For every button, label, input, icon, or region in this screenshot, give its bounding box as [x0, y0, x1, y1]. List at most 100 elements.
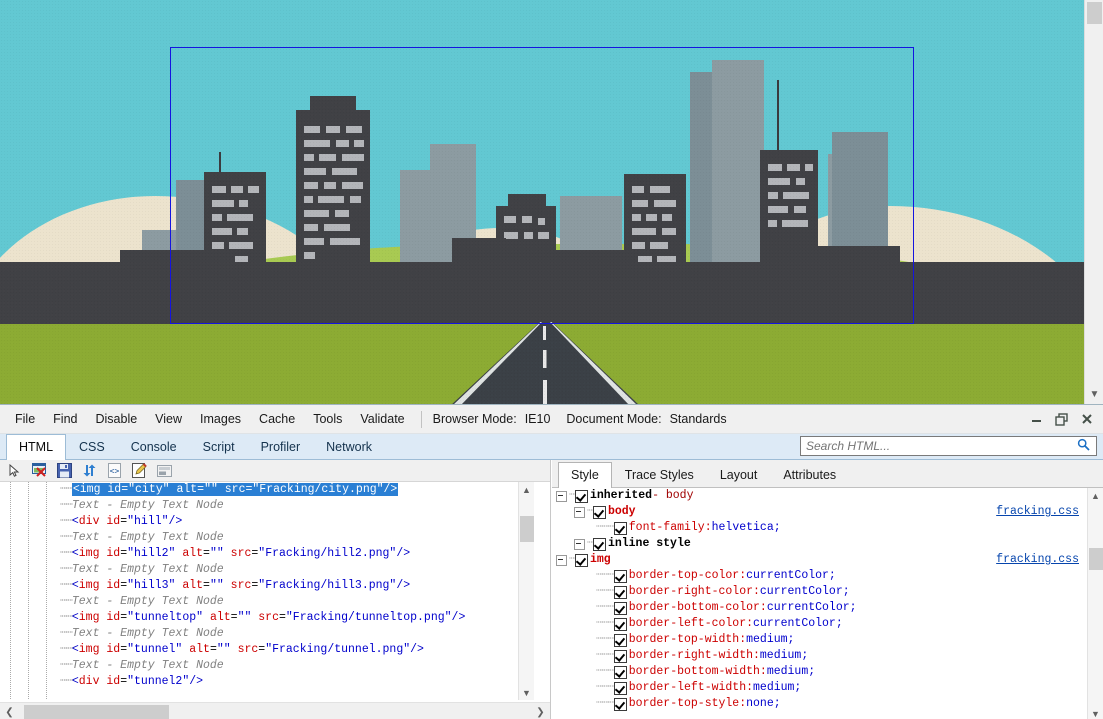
css-property-value[interactable]: medium; [746, 632, 794, 648]
style-enable-checkbox[interactable] [613, 649, 627, 663]
css-property-name[interactable]: font-family: [629, 520, 712, 536]
css-property-value[interactable]: currentColor; [767, 600, 857, 616]
tab-script[interactable]: Script [190, 434, 248, 459]
select-element-icon[interactable] [4, 461, 25, 480]
restore-button[interactable] [1049, 408, 1074, 430]
style-rule-row[interactable]: ┈ img fracking.css [552, 552, 1087, 568]
style-enable-checkbox[interactable] [574, 553, 588, 567]
menu-tools[interactable]: Tools [304, 408, 351, 430]
stylesheet-source-link[interactable]: fracking.css [996, 504, 1079, 520]
style-enable-checkbox[interactable] [613, 617, 627, 631]
style-scroll-thumb[interactable] [1089, 548, 1103, 570]
style-enable-checkbox[interactable] [613, 569, 627, 583]
css-property-name[interactable]: border-right-width: [629, 648, 760, 664]
dom-text-node[interactable]: ┈┈Text - Empty Text Node [0, 562, 534, 578]
css-property-name[interactable]: border-right-color: [629, 584, 760, 600]
css-selector-name[interactable]: img [590, 552, 611, 568]
css-property-value[interactable]: none; [746, 696, 781, 712]
style-scroll-down-icon[interactable]: ▼ [1088, 706, 1103, 719]
style-rules-list[interactable]: ┈ inherited - body ┈ body fracking.css ┈┈┈ fon… [552, 488, 1087, 719]
dom-element-node[interactable]: ┈┈<div id="tunnel2"/> [0, 674, 534, 690]
css-property-value[interactable]: medium; [753, 680, 801, 696]
collapse-expander-icon[interactable] [574, 506, 585, 518]
style-property-row[interactable]: ┈┈┈ border-bottom-width: medium; [552, 664, 1087, 680]
tab-css[interactable]: CSS [66, 434, 118, 459]
menu-cache[interactable]: Cache [250, 408, 304, 430]
css-property-name[interactable]: border-bottom-color: [629, 600, 767, 616]
document-mode-value[interactable]: Standards [666, 408, 731, 430]
menu-images[interactable]: Images [191, 408, 250, 430]
style-enable-checkbox[interactable] [613, 601, 627, 615]
menu-find[interactable]: Find [44, 408, 86, 430]
style-property-row[interactable]: ┈┈┈ border-right-color: currentColor; [552, 584, 1087, 600]
style-enable-checkbox[interactable] [613, 665, 627, 679]
clear-browser-cache-icon[interactable] [29, 461, 50, 480]
css-property-name[interactable]: border-bottom-width: [629, 664, 767, 680]
css-property-value[interactable]: medium; [760, 648, 808, 664]
css-property-name[interactable]: border-top-color: [629, 568, 746, 584]
stylesheet-source-link[interactable]: fracking.css [996, 552, 1079, 568]
dom-text-node[interactable]: ┈┈Text - Empty Text Node [0, 658, 534, 674]
html-tree-vertical-scrollbar[interactable]: ▲ ▼ [518, 482, 534, 700]
dom-element-node[interactable]: ┈┈<img id="hill2" alt="" src="Fracking/h… [0, 546, 534, 562]
tree-scroll-down-icon[interactable]: ▼ [519, 685, 534, 700]
tree-scroll-right-icon[interactable]: ❯ [531, 703, 550, 719]
style-property-row[interactable]: ┈┈┈ border-top-color: currentColor; [552, 568, 1087, 584]
tab-profiler[interactable]: Profiler [248, 434, 314, 459]
html-dom-tree[interactable]: ┈┈<img id="city" alt="" src="Fracking/ci… [0, 482, 534, 700]
tab-console[interactable]: Console [118, 434, 190, 459]
dom-text-node[interactable]: ┈┈Text - Empty Text Node [0, 594, 534, 610]
refresh-icon[interactable] [79, 461, 100, 480]
css-selector-name[interactable]: inline style [608, 536, 691, 552]
css-property-value[interactable]: currentColor; [746, 568, 836, 584]
menu-file[interactable]: File [6, 408, 44, 430]
css-property-value[interactable]: currentColor; [760, 584, 850, 600]
dom-element-node[interactable]: ┈┈<img id="tunneltop" alt="" src="Fracki… [0, 610, 534, 626]
style-rule-row[interactable]: ┈ inherited - body [552, 488, 1087, 504]
style-property-row[interactable]: ┈┈┈ border-bottom-color: currentColor; [552, 600, 1087, 616]
tab-layout[interactable]: Layout [707, 462, 771, 487]
css-property-name[interactable]: border-top-width: [629, 632, 746, 648]
search-input[interactable] [801, 439, 1077, 453]
tab-attributes[interactable]: Attributes [770, 462, 849, 487]
css-property-name[interactable]: border-left-color: [629, 616, 753, 632]
style-enable-checkbox[interactable] [574, 489, 588, 503]
style-property-row[interactable]: ┈┈┈ font-family: helvetica; [552, 520, 1087, 536]
style-property-row[interactable]: ┈┈┈ border-left-color: currentColor; [552, 616, 1087, 632]
menu-view[interactable]: View [146, 408, 191, 430]
tree-scroll-thumb[interactable] [520, 516, 534, 542]
style-enable-checkbox[interactable] [613, 521, 627, 535]
css-selector-name[interactable]: body [608, 504, 636, 520]
style-rule-row[interactable]: ┈ body fracking.css [552, 504, 1087, 520]
magnifier-icon[interactable] [1077, 438, 1096, 454]
tab-network[interactable]: Network [313, 434, 385, 459]
save-icon[interactable] [54, 461, 75, 480]
css-property-value[interactable]: medium; [767, 664, 815, 680]
dom-element-node[interactable]: ┈┈<img id="hill3" alt="" src="Fracking/h… [0, 578, 534, 594]
tab-html[interactable]: HTML [6, 434, 67, 460]
style-enable-checkbox[interactable] [613, 585, 627, 599]
collapse-expander-icon[interactable] [556, 490, 567, 502]
tree-scroll-left-icon[interactable]: ❮ [0, 703, 19, 719]
style-rule-row[interactable]: ┈ inline style [552, 536, 1087, 552]
dom-text-node[interactable]: ┈┈Text - Empty Text Node [0, 626, 534, 642]
dom-element-node[interactable]: ┈┈<img id="tunnel" alt="" src="Fracking/… [0, 642, 534, 658]
style-property-row[interactable]: ┈┈┈ border-left-width: medium; [552, 680, 1087, 696]
css-property-name[interactable]: border-top-style: [629, 696, 746, 712]
style-enable-checkbox[interactable] [613, 681, 627, 695]
dom-text-node[interactable]: ┈┈Text - Empty Text Node [0, 498, 534, 514]
style-property-row[interactable]: ┈┈┈ border-top-width: medium; [552, 632, 1087, 648]
menu-disable[interactable]: Disable [86, 408, 146, 430]
html-tree-horizontal-scrollbar[interactable]: ❮ ❯ [0, 702, 550, 719]
tree-scroll-up-icon[interactable]: ▲ [519, 482, 534, 497]
css-selector-name[interactable]: inherited [590, 488, 652, 504]
style-property-row[interactable]: ┈┈┈ border-top-style: none; [552, 696, 1087, 712]
style-enable-checkbox[interactable] [592, 505, 606, 519]
style-enable-checkbox[interactable] [613, 697, 627, 711]
style-enable-checkbox[interactable] [613, 633, 627, 647]
search-container[interactable] [800, 436, 1097, 456]
view-source-icon[interactable]: <> [104, 461, 125, 480]
edit-icon[interactable] [129, 461, 150, 480]
collapse-expander-icon[interactable] [556, 554, 567, 566]
dom-element-node[interactable]: ┈┈<div id="hill"/> [0, 514, 534, 530]
